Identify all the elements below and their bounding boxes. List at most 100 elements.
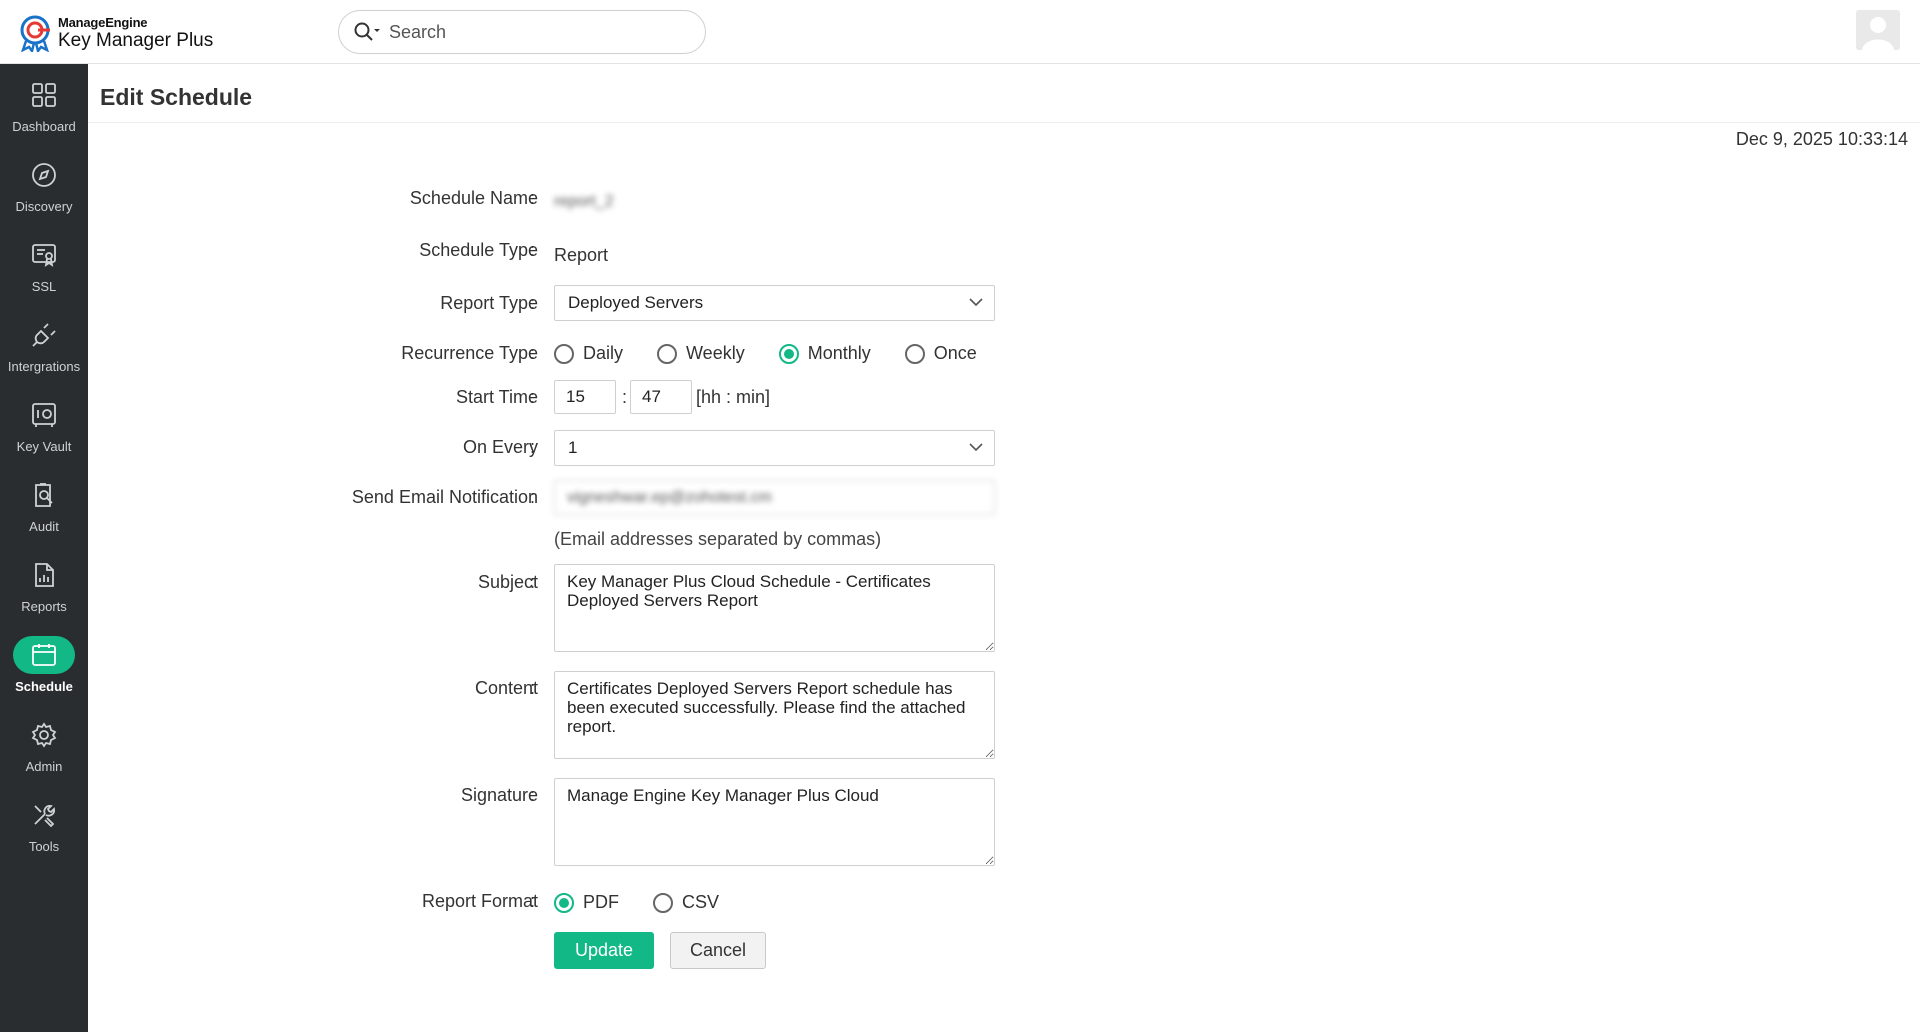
tools-icon <box>13 796 75 834</box>
gear-icon <box>13 716 75 754</box>
label-colon: : <box>530 891 536 911</box>
update-button[interactable]: Update <box>554 932 654 969</box>
sidebar-item-dashboard[interactable]: Dashboard <box>0 76 88 152</box>
sidebar-item-reports[interactable]: Reports <box>0 556 88 632</box>
chevron-down-icon <box>969 443 983 452</box>
sidebar-item-label: Dashboard <box>12 119 76 134</box>
schedule-type-label: Schedule Type <box>419 240 538 260</box>
label-colon: : <box>530 487 536 507</box>
report-format-pdf-radio[interactable]: PDF <box>554 892 619 913</box>
radio-circle <box>653 892 673 913</box>
sidebar-item-label: Schedule <box>15 679 73 694</box>
brand-vendor: ManageEngine <box>58 15 148 30</box>
on-every-select[interactable]: 1 <box>554 430 995 466</box>
label-colon: : <box>530 240 536 260</box>
report-format-radio-group: PDF CSV <box>554 892 753 913</box>
radio-label: PDF <box>583 892 619 912</box>
on-every-selected: 1 <box>568 438 578 457</box>
compass-icon <box>13 156 75 194</box>
sidebar-item-discovery[interactable]: Discovery <box>0 156 88 232</box>
sidebar-item-schedule[interactable]: Schedule <box>0 636 88 712</box>
sidebar-item-label: Tools <box>28 839 60 854</box>
sidebar-item-label: Audit <box>29 519 59 534</box>
radio-label: Monthly <box>807 343 871 363</box>
label-colon: : <box>530 343 536 363</box>
content-textarea[interactable]: Certificates Deployed Servers Report sch… <box>554 671 995 759</box>
content-label: Content <box>474 678 538 698</box>
report-format-label: Report Format <box>421 891 538 911</box>
email-hint: (Email addresses separated by commas) <box>554 529 882 549</box>
dashboard-icon <box>13 76 75 114</box>
recurrence-type-label: Recurrence Type <box>401 343 538 363</box>
radio-circle <box>657 343 678 364</box>
radio-circle <box>778 343 799 364</box>
start-time-minute-input[interactable] <box>630 380 692 414</box>
report-format-csv-radio[interactable]: CSV <box>653 892 719 913</box>
radio-label: Once <box>933 343 977 363</box>
avatar[interactable] <box>1856 10 1900 50</box>
recurrence-weekly-radio[interactable]: Weekly <box>657 343 745 364</box>
recurrence-daily-radio[interactable]: Daily <box>554 343 623 364</box>
radio-circle <box>554 892 574 913</box>
sidebar-item-label: Admin <box>25 759 63 774</box>
report-type-selected: Deployed Servers <box>568 293 704 312</box>
cancel-button[interactable]: Cancel <box>670 932 766 969</box>
radio-circle <box>904 343 925 364</box>
subject-textarea[interactable]: Key Manager Plus Cloud Schedule - Certif… <box>554 564 995 652</box>
certificate-icon <box>13 236 75 274</box>
schedule-name-value: report_2 <box>554 193 614 210</box>
report-type-label: Report Type <box>440 293 538 313</box>
search-box[interactable] <box>338 10 706 54</box>
schedule-type-value: Report <box>554 245 609 265</box>
top-header: ManageEngine Key Manager Plus <box>0 0 1920 64</box>
sidebar: Dashboard Discovery SSL Intergrations Ke… <box>0 64 88 1032</box>
sidebar-item-ssl[interactable]: SSL <box>0 236 88 312</box>
signature-textarea[interactable]: Manage Engine Key Manager Plus Cloud <box>554 778 995 866</box>
audit-icon <box>13 476 75 514</box>
label-colon: : <box>530 785 536 805</box>
sidebar-item-tools[interactable]: Tools <box>0 796 88 872</box>
label-colon: : <box>530 387 536 407</box>
server-timestamp: Dec 9, 2025 10:33:14 <box>1735 129 1908 149</box>
search-icon[interactable] <box>353 21 381 43</box>
schedule-name-label: Schedule Name <box>409 188 538 208</box>
time-separator: : <box>622 387 628 407</box>
sidebar-item-label: Reports <box>21 599 67 614</box>
plug-icon <box>13 316 75 354</box>
start-time-hour-input[interactable] <box>554 380 616 414</box>
sidebar-item-label: Discovery <box>15 199 73 214</box>
sidebar-item-integrations[interactable]: Intergrations <box>0 316 88 392</box>
vault-icon <box>13 396 75 434</box>
email-notification-input[interactable] <box>554 480 995 515</box>
brand-product: Key Manager Plus <box>58 30 214 51</box>
chevron-down-icon <box>969 298 983 307</box>
sidebar-item-audit[interactable]: Audit <box>0 476 88 552</box>
sidebar-item-admin[interactable]: Admin <box>0 716 88 792</box>
search-input[interactable] <box>389 21 689 43</box>
label-colon: : <box>530 437 536 457</box>
recurrence-type-radio-group: Daily Weekly Monthly Once <box>554 343 1011 364</box>
sidebar-item-label: Key Vault <box>16 439 72 454</box>
label-colon: : <box>530 678 536 698</box>
key-manager-logo-icon <box>20 15 50 52</box>
page-title: Edit Schedule <box>100 84 253 110</box>
radio-circle <box>554 343 574 364</box>
recurrence-once-radio[interactable]: Once <box>904 343 977 364</box>
label-colon: : <box>530 188 536 208</box>
label-colon: : <box>530 572 536 592</box>
on-every-label: On Every <box>462 437 538 457</box>
radio-label: CSV <box>682 892 720 912</box>
brand-logo[interactable]: ManageEngine Key Manager Plus <box>18 14 213 52</box>
user-avatar-icon <box>1856 10 1900 50</box>
radio-label: Daily <box>583 343 624 363</box>
report-type-select[interactable]: Deployed Servers <box>554 285 995 321</box>
radio-label: Weekly <box>686 343 745 363</box>
subject-label: Subject <box>477 572 538 592</box>
sidebar-item-label: Intergrations <box>7 359 81 374</box>
sidebar-item-label: SSL <box>31 279 57 294</box>
report-icon <box>13 556 75 594</box>
recurrence-monthly-radio[interactable]: Monthly <box>778 343 871 364</box>
sidebar-item-key-vault[interactable]: Key Vault <box>0 396 88 472</box>
calendar-icon <box>13 636 75 674</box>
label-colon: : <box>530 293 536 313</box>
